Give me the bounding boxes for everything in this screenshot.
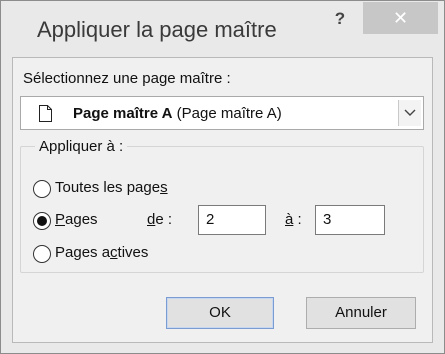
from-label: de : <box>147 211 172 228</box>
selected-master-page: Page maître A (Page maître A) <box>73 105 282 122</box>
radio-all-pages-text: Toutes les page <box>55 179 161 196</box>
dialog-title: Appliquer la page maître <box>37 17 277 42</box>
apply-master-page-dialog: Appliquer la page maître ? ✕ Sélectionne… <box>0 0 445 354</box>
master-page-dropdown[interactable]: Page maître A (Page maître A) <box>20 96 424 130</box>
from-label-text: e : <box>155 211 173 228</box>
to-page-input[interactable]: 3 <box>315 205 385 235</box>
radio-active-pages-accel: c <box>110 244 118 261</box>
radio-all-pages-accel: s <box>160 179 168 196</box>
selected-master-page-rest: (Page maître A) <box>172 105 282 122</box>
chevron-down-icon <box>404 109 416 116</box>
from-page-input[interactable]: 2 <box>198 205 266 235</box>
radio-all-pages-label[interactable]: Toutes les pages <box>55 179 168 196</box>
apply-to-legend: Appliquer à : <box>35 138 128 155</box>
help-button[interactable]: ? <box>323 5 357 33</box>
radio-pages-text: ages <box>65 211 98 228</box>
master-page-label: Sélectionnez une page maître : <box>23 70 231 87</box>
radio-active-pages[interactable] <box>33 245 51 263</box>
dropdown-arrow-button[interactable] <box>398 100 421 126</box>
radio-all-pages[interactable] <box>33 180 51 198</box>
ok-button[interactable]: OK <box>166 297 274 329</box>
close-button[interactable]: ✕ <box>363 2 438 34</box>
to-label: à : <box>285 211 302 228</box>
radio-pages[interactable] <box>33 212 51 230</box>
radio-active-pages-label[interactable]: Pages actives <box>55 244 148 261</box>
radio-pages-accel: P <box>55 211 66 228</box>
radio-active-pages-text: Pages a <box>55 244 111 261</box>
radio-active-pages-text-end: tives <box>117 244 149 261</box>
dialog-body: Sélectionnez une page maître : Page maît… <box>12 57 433 343</box>
document-icon <box>39 105 52 122</box>
radio-pages-label[interactable]: Pages <box>55 211 98 228</box>
to-label-text: : <box>293 211 302 228</box>
cancel-button[interactable]: Annuler <box>306 297 416 329</box>
selected-master-page-bold: Page maître A <box>73 105 173 122</box>
title-bar[interactable]: Appliquer la page maître ? ✕ <box>1 1 444 57</box>
